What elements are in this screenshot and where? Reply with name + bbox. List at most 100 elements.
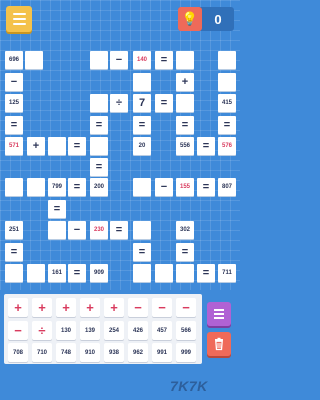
grid-cell[interactable]: 161 [48, 264, 66, 282]
grid-cell-operator: = [197, 178, 215, 196]
grid-cell-empty[interactable] [176, 94, 194, 112]
grid-cell-operator: − [5, 73, 23, 91]
grid-cell-operator: = [5, 116, 23, 134]
tile-operator[interactable]: − [176, 298, 196, 317]
tile-tray-panel: + + + + + − − − − ÷ 130 139 254 426 457 … [4, 294, 202, 364]
grid-cell[interactable]: 556 [176, 137, 194, 155]
tile-operator[interactable]: ÷ [32, 321, 52, 340]
grid-cell-operator: − [110, 51, 128, 69]
trash-icon [215, 337, 223, 351]
grid-cell-operator: = [176, 116, 194, 134]
tile-number[interactable]: 426 [128, 321, 148, 340]
grid-cell[interactable]: 302 [176, 221, 194, 239]
grid-cell[interactable]: 20 [133, 137, 151, 155]
grid-cell[interactable]: 140 [133, 51, 151, 69]
grid-cell[interactable]: 415 [218, 94, 236, 112]
grid-cell-empty[interactable] [48, 221, 66, 239]
grid-cell[interactable]: 155 [176, 178, 194, 196]
grid-cell-operator: = [48, 200, 66, 218]
puzzle-board: 💡 0 696 − 140 = − + 125 ÷ 7 = 415 = = = … [0, 0, 240, 290]
grid-cell-empty[interactable] [133, 221, 151, 239]
tile-operator[interactable]: − [128, 298, 148, 317]
grid-cell-empty[interactable] [90, 51, 108, 69]
tile-number[interactable]: 566 [176, 321, 196, 340]
hamburger-menu-icon [12, 13, 26, 15]
history-button[interactable] [207, 302, 231, 326]
grid-cell-empty[interactable] [27, 264, 45, 282]
tile-number[interactable]: 910 [80, 343, 100, 362]
grid-cell-operator: = [218, 116, 236, 134]
tile-number[interactable]: 991 [152, 343, 172, 362]
tile-operator[interactable]: − [8, 321, 28, 340]
grid-cell-operator: = [5, 243, 23, 261]
grid-cell-empty[interactable] [176, 264, 194, 282]
grid-cell-empty[interactable] [155, 264, 173, 282]
watermark-logo: 7K7K [170, 378, 208, 394]
tile-number[interactable]: 938 [104, 343, 124, 362]
tile-operator[interactable]: + [56, 298, 76, 317]
tile-number[interactable]: 457 [152, 321, 172, 340]
tile-number[interactable]: 130 [56, 321, 76, 340]
grid-cell-empty[interactable] [5, 178, 23, 196]
grid-cell-empty[interactable] [48, 137, 66, 155]
grid-cell[interactable]: 711 [218, 264, 236, 282]
hint-count: 0 [214, 11, 222, 27]
grid-cell-operator: = [176, 243, 194, 261]
grid-cell-empty[interactable] [133, 178, 151, 196]
grid-cell[interactable]: 799 [48, 178, 66, 196]
grid-cell-operator: + [176, 73, 194, 91]
grid-cell-operator: − [155, 178, 173, 196]
grid-cell[interactable]: 571 [5, 137, 23, 155]
tile-number[interactable]: 748 [56, 343, 76, 362]
grid-cell[interactable]: 7 [133, 94, 151, 112]
tile-operator[interactable]: + [32, 298, 52, 317]
grid-cell-empty[interactable] [25, 51, 43, 69]
grid-cell[interactable]: 696 [5, 51, 23, 69]
grid-cell-empty[interactable] [90, 137, 108, 155]
hint-panel: 💡 0 [178, 7, 234, 31]
grid-cell[interactable]: 909 [90, 264, 108, 282]
tile-operator[interactable]: + [104, 298, 124, 317]
grid-cell-operator: = [155, 94, 173, 112]
grid-cell-empty[interactable] [27, 178, 45, 196]
grid-cell-operator: + [27, 137, 45, 155]
grid-cell-empty[interactable] [5, 264, 23, 282]
grid-cell[interactable]: 200 [90, 178, 108, 196]
tile-number[interactable]: 999 [176, 343, 196, 362]
grid-cell-empty[interactable] [90, 94, 108, 112]
grid-cell-empty[interactable] [133, 73, 151, 91]
clear-button[interactable] [207, 332, 231, 356]
grid-cell[interactable]: 125 [5, 94, 23, 112]
grid-cell-operator: = [155, 51, 173, 69]
grid-cell-operator: = [68, 137, 86, 155]
tile-number[interactable]: 139 [80, 321, 100, 340]
tile-operator[interactable]: + [8, 298, 28, 317]
grid-cell[interactable]: 251 [5, 221, 23, 239]
grid-cell[interactable]: 576 [218, 137, 236, 155]
lightbulb-icon: 💡 [181, 11, 199, 26]
tile-number[interactable]: 254 [104, 321, 124, 340]
grid-cell-empty[interactable] [218, 51, 236, 69]
grid-cell-operator: ÷ [110, 94, 128, 112]
grid-cell-operator: = [133, 243, 151, 261]
tile-number[interactable]: 708 [8, 343, 28, 362]
grid-cell-empty[interactable] [218, 73, 236, 91]
stack-icon [214, 309, 224, 319]
grid-cell-operator: = [68, 178, 86, 196]
grid-cell[interactable]: 807 [218, 178, 236, 196]
grid-cell-operator: = [90, 158, 108, 176]
menu-button[interactable] [6, 6, 32, 32]
grid-cell-empty[interactable] [133, 264, 151, 282]
grid-cell[interactable]: 230 [90, 221, 108, 239]
grid-cell-operator: = [197, 264, 215, 282]
hint-button[interactable]: 💡 [178, 7, 202, 31]
grid-cell-operator: = [197, 137, 215, 155]
tile-operator[interactable]: + [80, 298, 100, 317]
tile-number[interactable]: 962 [128, 343, 148, 362]
grid-cell-operator: = [110, 221, 128, 239]
grid-cell-operator: = [133, 116, 151, 134]
tile-operator[interactable]: − [152, 298, 172, 317]
grid-cell-empty[interactable] [176, 51, 194, 69]
grid-cell-operator: − [68, 221, 86, 239]
tile-number[interactable]: 710 [32, 343, 52, 362]
